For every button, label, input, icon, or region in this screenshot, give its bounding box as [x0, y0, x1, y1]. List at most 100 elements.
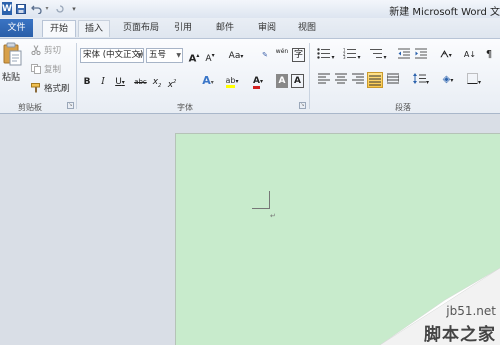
undo-icon[interactable] [30, 2, 42, 15]
multilevel-list-button[interactable]: ▾ [367, 48, 389, 62]
align-right-button[interactable] [351, 73, 365, 87]
numbering-button[interactable]: 1 2 3 ▾ [341, 48, 363, 62]
copy-icon [31, 63, 41, 74]
bullets-button[interactable]: ▾ [315, 48, 337, 62]
change-case-label: Aa [228, 51, 241, 61]
margin-marker [269, 191, 270, 208]
char-shading-button[interactable]: A [276, 74, 288, 88]
tab-references[interactable]: 引用 [170, 20, 196, 37]
font-dialog-launcher[interactable]: ↘ [299, 102, 306, 109]
ribbon-tabs: 文件 开始 插入 页面布局 引用 邮件 审阅 视图 [0, 18, 500, 38]
increase-indent-button[interactable] [414, 48, 428, 62]
cut-button[interactable]: 剪切 [31, 43, 61, 56]
margin-marker [252, 208, 270, 209]
change-case-button[interactable]: Aa▾ [226, 49, 246, 63]
format-painter-button[interactable]: 格式刷 [31, 81, 70, 94]
superscript-button[interactable]: x2 [166, 75, 178, 90]
clipboard-group-label: 剪贴板 [18, 103, 42, 112]
clear-formatting-button[interactable]: ✎ [258, 48, 272, 62]
subscript-button[interactable]: x2 [151, 75, 163, 89]
grow-font-button[interactable]: A▴ [187, 49, 201, 64]
sort-icon: A↓ [463, 50, 477, 59]
highlight-button[interactable]: ab▾ [222, 74, 242, 88]
paragraph-group-label: 段落 [395, 103, 411, 112]
multilevel-list-icon [370, 49, 383, 58]
format-painter-icon [31, 82, 41, 93]
align-center-icon [335, 73, 347, 84]
chevron-down-icon: ▼ [176, 52, 181, 59]
underline-button[interactable]: U▾ [113, 75, 127, 89]
shading-button[interactable]: ◈▾ [438, 73, 458, 87]
chinese-layout-button[interactable]: ᗅ▾ [436, 48, 456, 62]
justify-icon [369, 75, 381, 86]
document-page[interactable] [175, 133, 500, 345]
paste-button[interactable]: 粘贴 [2, 70, 20, 83]
scissors-icon [31, 44, 41, 55]
align-center-button[interactable] [334, 73, 348, 87]
chinese-layout-icon: ᗅ [440, 50, 449, 60]
paragraph-mark: ↵ [270, 212, 276, 220]
decrease-indent-icon [398, 48, 410, 59]
tab-home[interactable]: 开始 [42, 20, 76, 37]
phonetic-guide-button[interactable]: wén [275, 48, 289, 62]
cut-label: 剪切 [44, 45, 62, 56]
group-divider [76, 43, 77, 109]
text-effects-button[interactable]: A▾ [199, 74, 217, 88]
save-icon[interactable] [15, 2, 26, 15]
align-right-icon [352, 73, 364, 84]
line-spacing-icon [412, 73, 426, 84]
tab-file[interactable]: 文件 [0, 19, 33, 37]
group-divider [309, 43, 310, 109]
redo-icon[interactable] [55, 2, 65, 15]
borders-icon [466, 73, 478, 84]
tab-mailings[interactable]: 邮件 [212, 20, 238, 37]
distributed-icon [386, 73, 400, 84]
word-icon[interactable]: W [2, 2, 12, 15]
phonetic-guide-label: wén [275, 48, 289, 55]
sort-button[interactable]: A↓ [462, 48, 478, 62]
font-group-label: 字体 [177, 103, 193, 112]
borders-button[interactable]: ▾ [464, 73, 484, 87]
customize-toolbar-icon[interactable]: ▾ [70, 2, 78, 15]
format-painter-label: 格式刷 [44, 83, 70, 94]
font-size-value: 五号 [149, 50, 167, 60]
pilcrow-icon: ¶ [485, 49, 493, 60]
bullets-icon [317, 48, 331, 59]
enclose-char-button[interactable]: 字 [292, 48, 305, 62]
line-spacing-button[interactable]: ▾ [411, 73, 431, 87]
shrink-font-button[interactable]: A▾ [203, 49, 217, 64]
justify-button[interactable] [367, 72, 383, 88]
tab-review[interactable]: 审阅 [254, 20, 280, 37]
tab-page-layout[interactable]: 页面布局 [116, 20, 166, 37]
strikethrough-button[interactable]: abc [133, 75, 148, 89]
title-bar: W ▾ ▾ 新建 Microsoft Word 文 [0, 0, 500, 18]
show-marks-button[interactable]: ¶ [482, 48, 496, 62]
increase-indent-icon [415, 48, 427, 59]
underline-label: U [115, 77, 122, 87]
font-color-button[interactable]: A▾ [250, 74, 266, 89]
char-border-button[interactable]: A [291, 74, 304, 88]
decrease-indent-button[interactable] [397, 48, 411, 62]
svg-text:3: 3 [343, 55, 346, 59]
clipboard-dialog-launcher[interactable]: ↘ [67, 102, 74, 109]
align-left-icon [318, 73, 330, 84]
highlighter-icon: ab [225, 76, 236, 88]
chevron-down-icon: ▼ [137, 52, 142, 59]
font-color-label: A [253, 76, 260, 89]
tab-insert[interactable]: 插入 [78, 20, 110, 37]
copy-label: 复制 [44, 64, 62, 75]
paste-icon[interactable] [3, 42, 23, 66]
bold-button[interactable]: B [81, 75, 93, 89]
window-title: 新建 Microsoft Word 文 [389, 7, 500, 18]
numbering-icon: 123 [343, 48, 357, 60]
align-left-button[interactable] [317, 73, 331, 87]
font-name-dropdown[interactable]: 宋体 (中文正文) ▼ [80, 48, 144, 63]
font-size-dropdown[interactable]: 五号 ▼ [146, 48, 183, 63]
italic-button[interactable]: I [97, 75, 109, 89]
copy-button[interactable]: 复制 [31, 62, 61, 75]
font-name-value: 宋体 (中文正文) [83, 50, 144, 60]
undo-dropdown-icon[interactable]: ▾ [44, 2, 50, 15]
distributed-button[interactable] [386, 73, 400, 87]
ribbon-home: 粘贴 剪切 复制 格式刷 剪贴板 ↘ 宋体 (中文正文) ▼ 五号 ▼ A▴ A… [0, 38, 500, 114]
tab-view[interactable]: 视图 [294, 20, 320, 37]
